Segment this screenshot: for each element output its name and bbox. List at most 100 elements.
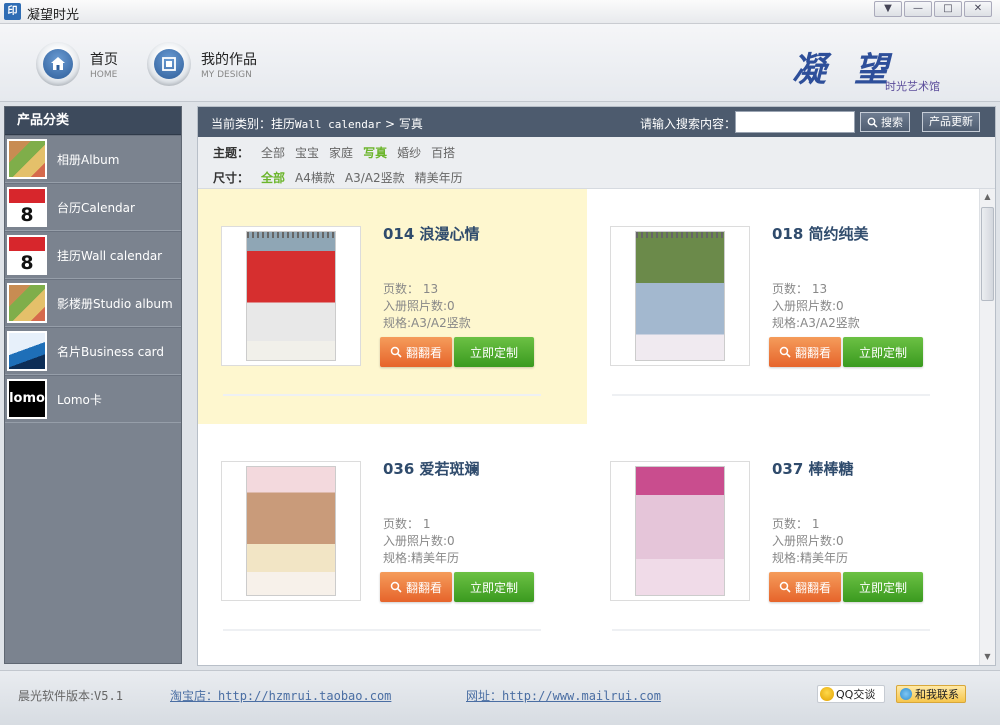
maximize-button[interactable]: □ [934,1,962,17]
sidebar-item-label: 影楼册Studio album [57,296,173,311]
status-footer: 晨光软件版本:V5.1 淘宝店：http://hzmrui.taobao.com… [0,670,1000,725]
breadcrumb-separator: > [384,117,396,131]
sidebar-item-lomo[interactable]: lomo Lomo卡 [5,375,181,423]
taobao-shop-prefix: 淘宝店： [170,689,219,703]
preview-button[interactable]: 翻翻看 [380,337,452,367]
theme-option-family[interactable]: 家庭 [329,144,353,161]
search-icon [390,346,402,358]
sidebar-item-album[interactable]: 相册Album [5,135,181,183]
preview-button-label: 翻翻看 [794,580,831,595]
breadcrumb-category[interactable]: 挂历 [271,117,295,131]
preview-button-label: 翻翻看 [405,345,442,360]
nav-home[interactable]: 首页 HOME [36,42,118,86]
size-option-yearly[interactable]: 精美年历 [415,169,463,186]
minimize-button[interactable]: — [904,1,932,17]
search-icon [390,581,402,593]
customize-button[interactable]: 立即定制 [454,337,534,367]
card-divider [223,394,541,396]
taobao-shop-link[interactable]: 淘宝店：http://hzmrui.taobao.com [170,687,391,704]
theme-option-baby[interactable]: 宝宝 [295,144,319,161]
search-icon [779,346,791,358]
window-title: 凝望时光 [27,8,80,23]
scroll-up-arrow-icon[interactable]: ▲ [980,189,995,205]
theme-option-wedding[interactable]: 婚纱 [397,144,421,161]
version-number: V5.1 [94,689,123,703]
vertical-scrollbar[interactable]: ▲ ▼ [979,189,995,665]
contact-me-button[interactable]: 和我联系 [896,685,966,703]
nav-home-label: 首页 [90,51,118,68]
category-sidebar: 产品分类 相册Album 台历Calendar 挂历Wall calendar … [4,106,182,664]
nav-my-design[interactable]: 我的作品 MY DESIGN [147,42,257,86]
menu-dropdown-button[interactable]: ▼ [874,1,902,17]
brand-logo: 凝望 时光艺术馆 [792,42,972,94]
product-update-button[interactable]: 产品更新 [922,112,980,132]
product-meta: 页数： 13 入册照片数:0 规格:A3/A2竖款 [772,281,860,332]
product-thumbnail[interactable] [610,226,750,366]
breadcrumb: 当前类别：挂历Wall calendar > 写真 [211,115,423,132]
title-bar: 印 凝望时光 ▼ — □ ✕ [0,0,1000,24]
search-button[interactable]: 搜索 [860,112,910,132]
qq-chat-button[interactable]: QQ交谈 [817,685,885,703]
theme-option-all[interactable]: 全部 [261,144,285,161]
nav-home-sublabel: HOME [90,69,118,80]
sidebar-item-studio-album[interactable]: 影楼册Studio album [5,279,181,327]
product-card[interactable]: 018 简约纯美 页数： 13 入册照片数:0 规格:A3/A2竖款 翻翻看 立… [587,189,976,424]
product-title: 037 棒棒糖 [772,460,854,478]
theme-option-portrait[interactable]: 写真 [363,144,387,161]
main-panel: 当前类别：挂历Wall calendar > 写真 请输入搜索内容： 搜索 产品… [197,106,996,666]
sidebar-item-label: 相册Album [57,152,120,167]
logo-sub-text: 时光艺术馆 [885,80,940,93]
size-option-all[interactable]: 全部 [261,169,285,186]
customize-button[interactable]: 立即定制 [454,572,534,602]
product-spec: 规格:精美年历 [772,551,849,565]
product-thumbnail[interactable] [610,461,750,601]
close-button[interactable]: ✕ [964,1,992,17]
sidebar-item-business-card[interactable]: 名片Business card [5,327,181,375]
sidebar-item-label: Lomo卡 [57,392,102,407]
chat-bubble-icon [900,688,912,700]
album-thumbnail [7,139,47,179]
sidebar-heading: 产品分类 [5,107,181,135]
qq-penguin-icon [820,687,834,701]
product-pages: 页数： 1 [383,517,431,531]
product-card[interactable]: 037 棒棒糖 页数： 1 入册照片数:0 规格:精美年历 翻翻看 立即定制 [587,424,976,659]
preview-button[interactable]: 翻翻看 [769,337,841,367]
taobao-shop-url: http://hzmrui.taobao.com [218,689,392,703]
product-thumbnail[interactable] [221,461,361,601]
preview-button[interactable]: 翻翻看 [380,572,452,602]
app-header: 首页 HOME 我的作品 MY DESIGN 凝望 时光艺术馆 [0,24,1000,102]
size-option-a4[interactable]: A4横款 [295,169,335,186]
product-spec: 规格:精美年历 [383,551,460,565]
customize-button[interactable]: 立即定制 [843,337,923,367]
product-title: 036 爱若斑斓 [383,460,480,478]
website-link[interactable]: 网址：http://www.mailrui.com [466,687,661,704]
product-photo-count: 入册照片数:0 [772,299,844,313]
product-spec: 规格:A3/A2竖款 [383,316,471,330]
design-icon [147,42,191,86]
sidebar-item-calendar[interactable]: 台历Calendar [5,183,181,231]
sidebar-item-wall-calendar[interactable]: 挂历Wall calendar [5,231,181,279]
preview-button[interactable]: 翻翻看 [769,572,841,602]
app-icon: 印 [4,3,21,20]
breadcrumb-current: 写真 [398,117,423,131]
scrollbar-thumb[interactable] [981,207,994,301]
product-thumbnail[interactable] [221,226,361,366]
size-option-a3a2[interactable]: A3/A2竖款 [345,169,405,186]
product-meta: 页数： 13 入册照片数:0 规格:A3/A2竖款 [383,281,471,332]
theme-option-universal[interactable]: 百搭 [431,144,455,161]
card-divider [223,629,541,631]
product-pages: 页数： 13 [772,282,828,296]
product-card[interactable]: 014 浪漫心情 页数： 13 入册照片数:0 规格:A3/A2竖款 翻翻看 立… [198,189,587,424]
scroll-down-arrow-icon[interactable]: ▼ [980,649,995,665]
search-input[interactable] [735,111,855,133]
lomo-thumbnail: lomo [7,379,47,419]
search-icon [867,117,878,128]
product-spec: 规格:A3/A2竖款 [772,316,860,330]
nav-my-design-label: 我的作品 [201,51,257,68]
customize-button[interactable]: 立即定制 [843,572,923,602]
website-url: http://www.mailrui.com [502,689,661,703]
breadcrumb-category-en[interactable]: Wall calendar [295,118,381,131]
product-card[interactable]: 036 爱若斑斓 页数： 1 入册照片数:0 规格:精美年历 翻翻看 立即定制 [198,424,587,659]
filter-panel: 主题： 全部 宝宝 家庭 写真 婚纱 百搭 尺寸： 全部 A4横款 A3/A2竖… [198,137,995,189]
category-toolbar: 当前类别：挂历Wall calendar > 写真 请输入搜索内容： 搜索 产品… [198,107,995,137]
